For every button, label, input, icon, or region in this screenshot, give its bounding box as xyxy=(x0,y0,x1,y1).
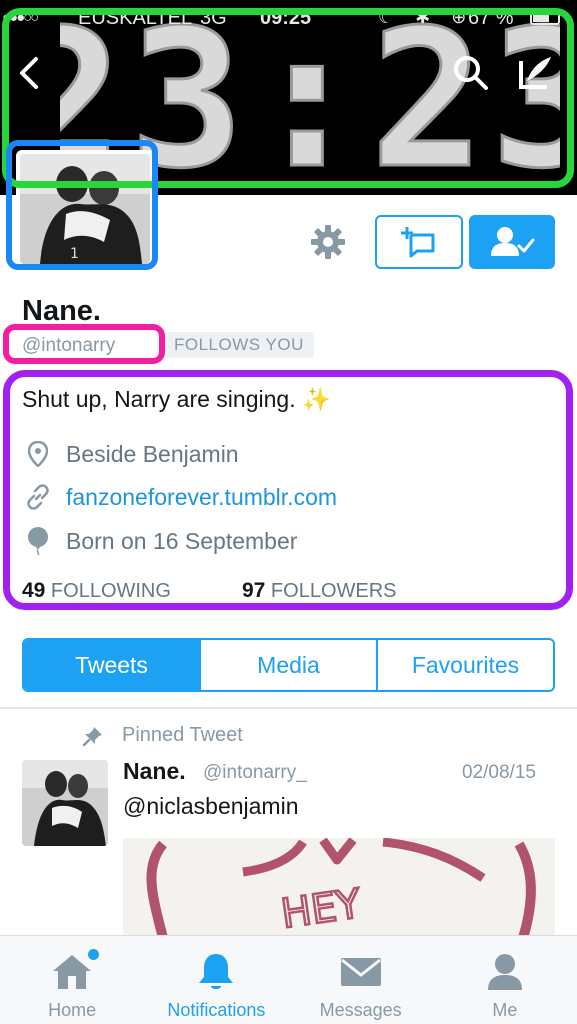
person-icon xyxy=(486,950,524,994)
pin-icon xyxy=(82,726,102,746)
followers-label: FOLLOWERS xyxy=(270,580,397,602)
network-type: 3G xyxy=(200,7,227,29)
tab-media[interactable]: Media xyxy=(199,640,376,690)
profile-avatar[interactable]: 1 xyxy=(16,150,154,268)
location-text: Beside Benjamin xyxy=(66,440,239,467)
tab-messages[interactable]: Messages xyxy=(289,936,433,1024)
profile-birthday: Born on 16 September xyxy=(22,525,297,557)
tab-home[interactable]: Home xyxy=(0,936,144,1024)
battery-percent: 67 % xyxy=(468,7,514,29)
battery-icon xyxy=(530,10,560,25)
tweet-media-image[interactable]: HEY xyxy=(123,838,555,938)
profile-name: Nane. xyxy=(22,295,101,327)
back-button[interactable] xyxy=(6,50,52,96)
tweet-author-name[interactable]: Nane. xyxy=(123,758,186,785)
followers-count: 97 xyxy=(242,579,266,602)
followers-stat[interactable]: 97 FOLLOWERS xyxy=(242,579,397,603)
profile-handle: @intonarry xyxy=(22,335,116,356)
bottom-tab-bar: Home Notifications Messages Me xyxy=(0,935,577,1024)
following-button[interactable] xyxy=(469,215,555,269)
search-button[interactable] xyxy=(448,50,494,96)
tab-notifications-label: Notifications xyxy=(167,1000,266,1020)
pinned-tweet-label: Pinned Tweet xyxy=(82,724,243,747)
person-check-icon xyxy=(491,227,535,256)
settings-button[interactable] xyxy=(308,222,348,262)
tab-notifications[interactable]: Notifications xyxy=(144,936,288,1024)
envelope-icon xyxy=(340,950,382,994)
svg-text:1: 1 xyxy=(70,246,79,262)
follow-counts: 49 FOLLOWING 97 FOLLOWERS xyxy=(22,579,397,603)
notify-plus-icon xyxy=(401,227,435,258)
follows-you-badge: FOLLOWS YOU xyxy=(164,332,314,358)
tab-tweets[interactable]: Tweets xyxy=(24,640,199,690)
profile-segmented-control: Tweets Media Favourites xyxy=(22,638,555,692)
status-icons: ☾ ✱ ⊕ xyxy=(378,7,475,27)
compose-button[interactable] xyxy=(512,50,558,96)
tab-messages-label: Messages xyxy=(319,1000,402,1020)
tab-favourites[interactable]: Favourites xyxy=(376,640,553,690)
signal-dots: ●●●○○ xyxy=(2,9,39,26)
website-link[interactable]: fanzoneforever.tumblr.com xyxy=(66,484,337,511)
tweet-author-handle: @intonarry_ xyxy=(203,762,307,783)
tweet-date: 02/08/15 xyxy=(462,762,536,783)
following-stat[interactable]: 49 FOLLOWING xyxy=(22,579,171,602)
carrier-name: EUSKALTEL xyxy=(78,7,193,29)
bell-icon xyxy=(196,950,236,994)
following-count: 49 xyxy=(22,579,46,602)
balloon-icon xyxy=(22,525,54,557)
link-icon xyxy=(22,481,54,513)
status-time: 09:25 xyxy=(260,7,312,29)
profile-bio: Shut up, Narry are singing. ✨ xyxy=(22,386,331,412)
search-icon xyxy=(454,56,488,90)
battery-fill xyxy=(533,13,549,22)
add-to-list-button[interactable] xyxy=(375,215,463,269)
tab-me[interactable]: Me xyxy=(433,936,577,1024)
profile-location: Beside Benjamin xyxy=(22,438,239,470)
avatar-photo: 1 xyxy=(20,154,150,264)
following-label: FOLLOWING xyxy=(50,580,171,602)
birthday-text: Born on 16 September xyxy=(66,527,298,554)
tab-home-label: Home xyxy=(48,1000,97,1020)
section-divider xyxy=(0,707,577,709)
status-bar: ●●●○○ EUSKALTEL 3G 09:25 ☾ ✱ ⊕ 67 % xyxy=(0,0,577,36)
back-icon xyxy=(20,57,38,89)
location-pin-icon xyxy=(22,438,54,470)
tweet-avatar[interactable] xyxy=(22,760,108,846)
pinned-tweet-text: Pinned Tweet xyxy=(122,724,243,746)
compose-icon xyxy=(519,57,551,89)
home-new-dot xyxy=(88,949,99,960)
tab-me-label: Me xyxy=(492,1000,518,1020)
tweet-text[interactable]: @niclasbenjamin xyxy=(123,793,299,820)
profile-website[interactable]: fanzoneforever.tumblr.com xyxy=(22,481,337,513)
gear-icon xyxy=(311,225,345,259)
